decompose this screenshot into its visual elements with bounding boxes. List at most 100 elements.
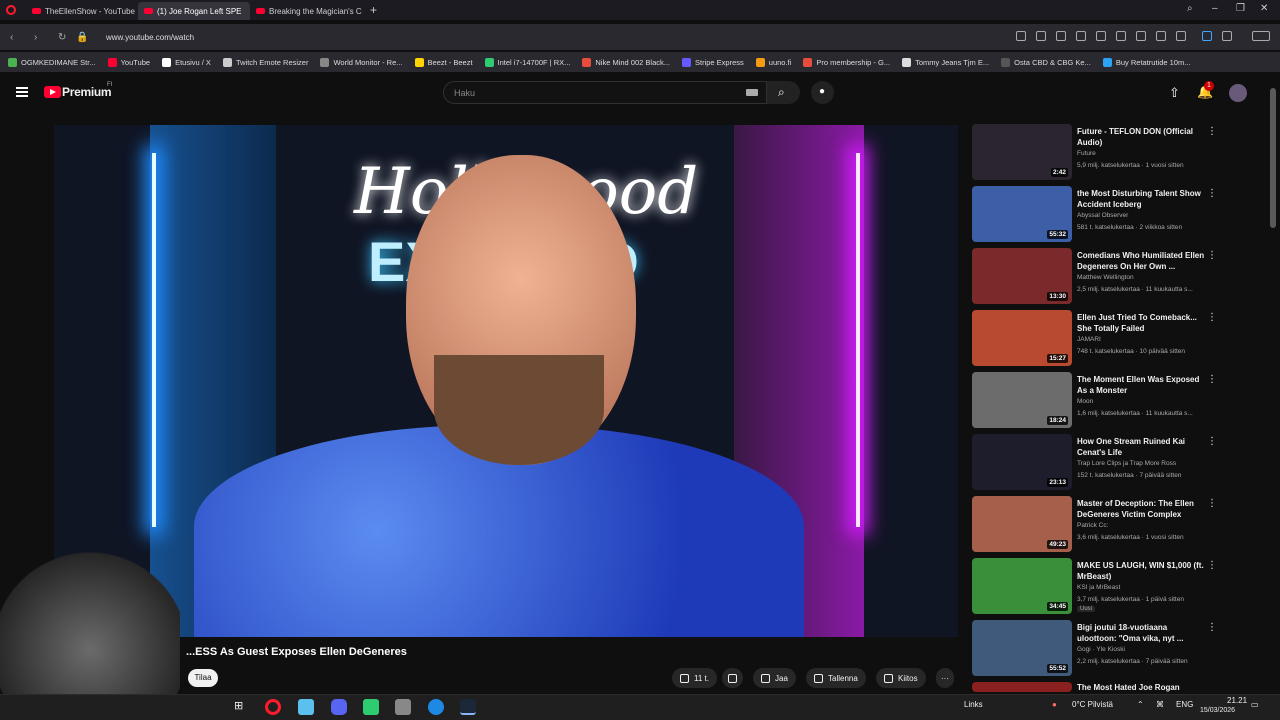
list-item[interactable]: 55:52 Bigi joutui 18-vuotiaana uloottoon… <box>972 620 1220 682</box>
upload-icon[interactable]: ⇧ <box>1169 85 1180 101</box>
url-field[interactable]: www.youtube.com/watch <box>106 33 194 42</box>
youtube-premium-logo[interactable]: Premium <box>62 85 112 99</box>
new-tab-icon[interactable]: + <box>370 3 377 17</box>
heart-icon[interactable] <box>1116 31 1126 41</box>
tab-joe-rogan[interactable]: (1) Joe Rogan Left SPE <box>138 2 250 20</box>
search-tabs-icon[interactable]: ⌕ <box>1187 3 1193 14</box>
more-options-icon[interactable]: ⋮ <box>1207 498 1217 509</box>
more-options-icon[interactable]: ⋮ <box>1207 126 1217 137</box>
app3-taskbar-icon[interactable] <box>395 699 411 715</box>
steam-taskbar-icon[interactable] <box>460 699 476 715</box>
bookmark-11[interactable]: Tommy Jeans Tjm E... <box>902 57 989 67</box>
scrollbar[interactable] <box>1270 88 1276 228</box>
channel-name[interactable]: JAMARI <box>1077 336 1101 343</box>
video-thumbnail[interactable]: 55:32 <box>972 186 1072 242</box>
more-options-icon[interactable]: ⋮ <box>1207 436 1217 447</box>
more-options-icon[interactable]: ⋮ <box>1207 374 1217 385</box>
channel-name[interactable]: Matthew Wellington <box>1077 274 1134 281</box>
list-item[interactable]: The Most Hated Joe Rogan <box>972 682 1220 692</box>
clock-time[interactable]: 21.21 <box>1227 696 1247 705</box>
guide-menu-icon[interactable] <box>16 87 28 97</box>
list-item[interactable]: 55:32 the Most Disturbing Talent Show Ac… <box>972 186 1220 248</box>
notification-center-icon[interactable]: ▭ <box>1251 700 1259 709</box>
more-options-icon[interactable]: ⋮ <box>1207 560 1217 571</box>
avatar[interactable] <box>1229 84 1247 102</box>
links-toolbar[interactable]: Links <box>964 700 983 709</box>
video-thumbnail[interactable]: 2:42 <box>972 124 1072 180</box>
tab-magician[interactable]: Breaking the Magician's C <box>250 2 362 20</box>
discord-taskbar-icon[interactable] <box>331 699 347 715</box>
subscribe-button[interactable]: Tilaa <box>188 669 218 687</box>
more-options-icon[interactable]: ⋮ <box>1207 312 1217 323</box>
bookmark-7[interactable]: Nike Mind 002 Black... <box>582 57 670 67</box>
more-actions-button[interactable]: ··· <box>936 668 954 688</box>
bookmark-8[interactable]: Stripe Express <box>682 57 744 67</box>
video-thumbnail[interactable]: 15:27 <box>972 310 1072 366</box>
network-icon[interactable]: ⌘ <box>1156 700 1164 709</box>
video-thumbnail[interactable]: 18:24 <box>972 372 1072 428</box>
recommendation-title[interactable]: Ellen Just Tried To Comeback... She Tota… <box>1077 312 1207 334</box>
weather-text[interactable]: 0°C Pilvistä <box>1072 700 1113 709</box>
recommendation-title[interactable]: Comedians Who Humiliated Ellen Degeneres… <box>1077 250 1207 272</box>
youtube-logo-icon[interactable] <box>44 86 61 98</box>
camera-icon[interactable] <box>1056 31 1066 41</box>
save-button[interactable]: Tallenna <box>806 668 866 688</box>
bookmark-4[interactable]: World Monitor - Re... <box>320 57 403 67</box>
bookmark-6[interactable]: Intel i7-14700F | RX... <box>484 57 570 67</box>
bookmark-9[interactable]: uuno.fi <box>755 57 791 67</box>
extension-icon[interactable] <box>1202 31 1212 41</box>
bookmark-10[interactable]: Pro membership - G... <box>803 57 890 67</box>
edge-taskbar-icon[interactable] <box>428 699 444 715</box>
clock-date[interactable]: 15/03/2026 <box>1200 707 1235 714</box>
dislike-button[interactable] <box>722 668 743 688</box>
recommendation-title[interactable]: The Moment Ellen Was Exposed As a Monste… <box>1077 374 1207 396</box>
app2-taskbar-icon[interactable] <box>363 699 379 715</box>
list-item[interactable]: 13:30 Comedians Who Humiliated Ellen Deg… <box>972 248 1220 310</box>
thanks-button[interactable]: Kiitos <box>876 668 926 688</box>
channel-name[interactable]: Patrick Cc: <box>1077 522 1108 529</box>
shield-icon[interactable] <box>1076 31 1086 41</box>
voice-search-button[interactable]: ● <box>811 81 834 104</box>
video-thumbnail[interactable]: 23:13 <box>972 434 1072 490</box>
list-item[interactable]: 23:13 How One Stream Ruined Kai Cenat's … <box>972 434 1220 496</box>
video-thumbnail[interactable]: 13:30 <box>972 248 1072 304</box>
menu-icon[interactable] <box>1156 31 1166 41</box>
channel-name[interactable]: Abyssal Observer <box>1077 212 1128 219</box>
reload-icon[interactable]: ↻ <box>58 32 72 43</box>
more-options-icon[interactable]: ⋮ <box>1207 188 1217 199</box>
video-thumbnail[interactable]: 49:23 <box>972 496 1072 552</box>
video-thumbnail[interactable]: 55:52 <box>972 620 1072 676</box>
video-thumbnail[interactable]: 34:45 <box>972 558 1072 614</box>
download-icon[interactable] <box>1136 31 1146 41</box>
bookmark-1[interactable]: YouTube <box>107 57 150 67</box>
bookmark-0[interactable]: OGMKEDIMANE Str... <box>8 57 96 67</box>
more-options-icon[interactable]: ⋮ <box>1207 250 1217 261</box>
task-view-icon[interactable]: ⊞ <box>234 699 243 712</box>
cube-icon[interactable] <box>1222 31 1232 41</box>
share-button[interactable]: Jaa <box>753 668 796 688</box>
opera-taskbar-icon[interactable] <box>265 699 281 715</box>
like-button[interactable]: 11 t. <box>672 668 717 688</box>
video-player[interactable]: Hollywood EXPOSED <box>54 125 958 637</box>
list-item[interactable]: 2:42 Future - TEFLON DON (Official Audio… <box>972 124 1220 186</box>
keyboard-icon[interactable] <box>746 89 758 96</box>
play-icon[interactable] <box>1096 31 1106 41</box>
search-button[interactable]: ⌕ <box>767 81 800 104</box>
recommendation-title[interactable]: Bigi joutui 18-vuotiaana uloottoon: "Oma… <box>1077 622 1207 644</box>
bookmark-12[interactable]: Osta CBD & CBG Ke... <box>1001 57 1091 67</box>
more-options-icon[interactable]: ⋮ <box>1207 622 1217 633</box>
bookmark-2[interactable]: Etusivu / X <box>162 57 211 67</box>
tab-ellenshow[interactable]: TheEllenShow - YouTube <box>26 2 138 20</box>
recommendation-title[interactable]: the Most Disturbing Talent Show Accident… <box>1077 188 1207 210</box>
forward-icon[interactable]: › <box>34 32 48 43</box>
ai-icon[interactable] <box>1252 31 1270 41</box>
language-indicator[interactable]: ENG <box>1176 700 1193 709</box>
channel-name[interactable]: Future <box>1077 150 1096 157</box>
profile-icon[interactable] <box>1176 31 1186 41</box>
video-thumbnail[interactable] <box>972 682 1072 692</box>
maximize-icon[interactable]: ❐ <box>1236 3 1245 14</box>
search-page-icon[interactable] <box>1016 31 1026 41</box>
recommendation-title[interactable]: Future - TEFLON DON (Official Audio) <box>1077 126 1207 148</box>
channel-name[interactable]: Trap Lore Clips ja Trap More Ross <box>1077 460 1176 467</box>
edit-icon[interactable] <box>1036 31 1046 41</box>
